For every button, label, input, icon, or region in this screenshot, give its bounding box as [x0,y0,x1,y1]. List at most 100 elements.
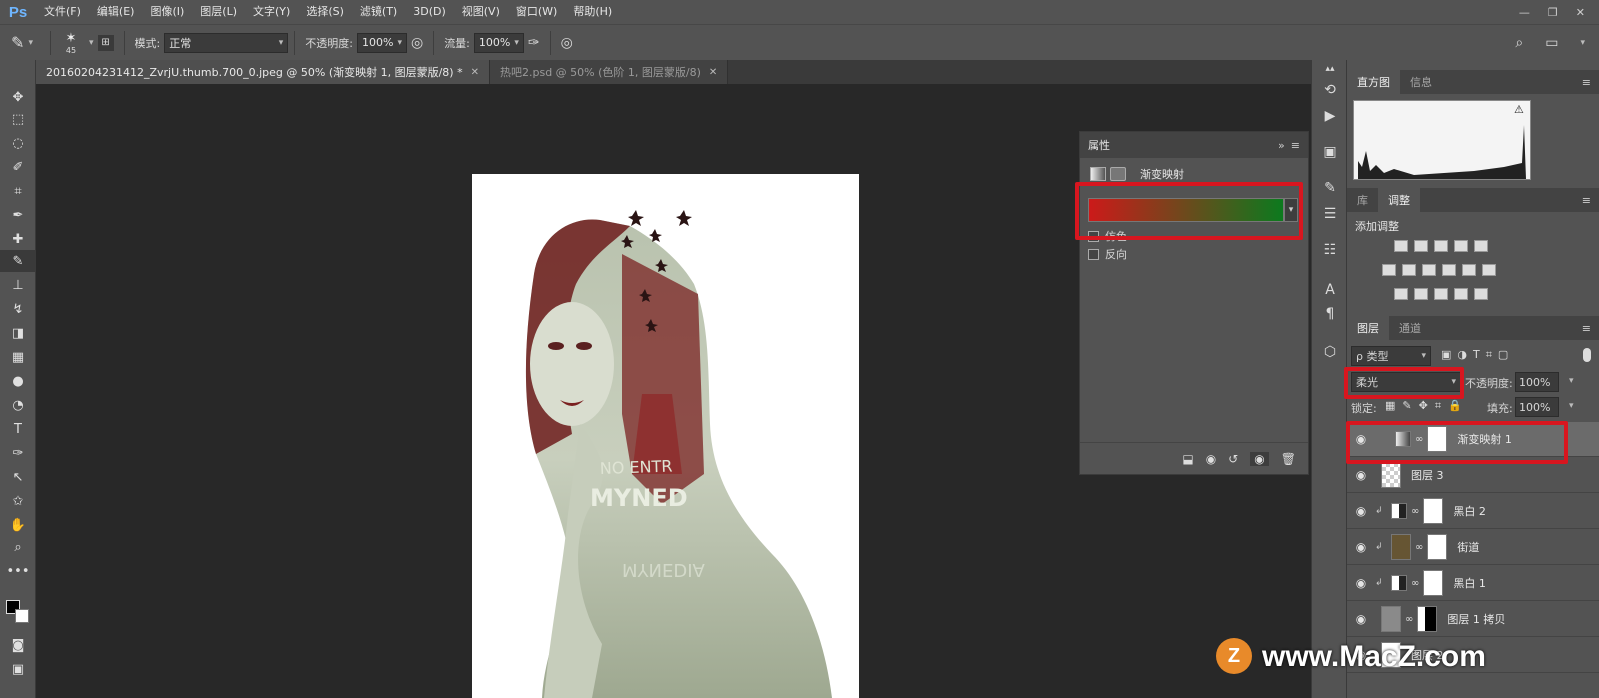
panel-menu-icon[interactable]: ≡ [1582,194,1599,207]
chevron-down-icon[interactable]: ▾ [89,38,94,48]
history-brush-tool-icon[interactable]: ↯ [0,298,36,320]
black-white-icon[interactable] [1422,264,1436,276]
panel-collapse-icon[interactable]: » [1278,139,1291,152]
panel-menu-icon[interactable]: ≡ [1582,322,1599,335]
reset-icon[interactable]: ↺ [1228,452,1238,466]
eye-icon[interactable]: ◉ [1347,504,1375,518]
color-lookup-icon[interactable] [1482,264,1496,276]
tab-channels[interactable]: 通道 [1389,316,1431,340]
tab-layers[interactable]: 图层 [1347,316,1389,340]
brush-size-picker[interactable]: ✶ 45 [57,31,85,55]
link-icon[interactable]: ∞ [1411,578,1419,589]
close-icon[interactable]: ✕ [709,67,717,78]
mask-icon[interactable] [1110,167,1126,181]
marquee-tool-icon[interactable]: ⬚ [0,108,36,130]
layer-filter-icons[interactable]: ▣◑T⌗▢ [1441,348,1514,362]
stamp-tool-icon[interactable]: ⊥ [0,274,36,296]
close-button[interactable]: ✕ [1576,6,1585,19]
panel-menu-icon[interactable]: ≡ [1582,76,1599,89]
mask-thumb[interactable] [1417,606,1438,632]
tab-histogram[interactable]: 直方图 [1347,70,1400,94]
flow-field[interactable]: 100% ▾ [473,32,524,53]
chevron-down-icon[interactable]: ▾ [1569,401,1574,411]
eye-icon[interactable]: ◉ [1347,576,1375,590]
character-icon[interactable]: A [1312,282,1348,298]
curves-icon[interactable] [1434,240,1448,252]
selective-color-icon[interactable] [1454,288,1468,300]
brightness-icon[interactable] [1394,240,1408,252]
more-tools-icon[interactable]: ••• [0,560,36,582]
fill-field[interactable]: 100% [1515,397,1559,417]
layer-row[interactable]: ◉ ↲ ∞ 黑白 1 [1347,566,1599,601]
menu-layer[interactable]: 图层(L) [192,0,245,24]
brush-panel-toggle-icon[interactable]: ⊞ [97,34,114,51]
healing-tool-icon[interactable]: ✚ [0,228,36,250]
workspace-icon[interactable]: ▭ [1545,35,1558,51]
link-icon[interactable]: ∞ [1405,614,1413,625]
color-balance-icon[interactable] [1402,264,1416,276]
posterize-icon[interactable] [1414,288,1428,300]
eye-icon[interactable]: ◉ [1347,612,1375,626]
layer-opacity-field[interactable]: 100% [1515,372,1559,392]
properties-tab[interactable]: 属性 [1088,137,1110,153]
menu-3d[interactable]: 3D(D) [405,0,454,24]
zoom-tool-icon[interactable]: ⌕ [0,536,36,558]
eyedropper-tool-icon[interactable]: ✒ [0,204,36,226]
brush-settings-icon[interactable]: ✎ [1312,180,1348,196]
vibrance-icon[interactable] [1474,240,1488,252]
3d-cube-icon[interactable]: ⬡ [1312,344,1348,360]
minimize-button[interactable]: — [1519,6,1530,19]
menu-select[interactable]: 选择(S) [298,0,352,24]
pen-tool-icon[interactable]: ✑ [0,442,36,464]
close-icon[interactable]: ✕ [471,67,479,78]
eye-icon[interactable]: ◉ [1347,540,1375,554]
type-tool-icon[interactable]: T [0,418,36,440]
hue-saturation-icon[interactable] [1382,264,1396,276]
dodge-tool-icon[interactable]: ◔ [0,394,36,416]
chevron-down-icon[interactable]: ▾ [1569,376,1574,386]
threshold-icon[interactable] [1434,288,1448,300]
document-canvas[interactable]: NO ENTR MYNED MYNEDIA [472,174,859,698]
hand-tool-icon[interactable]: ✋ [0,514,36,536]
menu-type[interactable]: 文字(Y) [245,0,298,24]
lasso-tool-icon[interactable]: ◌ [0,132,36,154]
layer-row[interactable]: ◉ ∞ 图层 1 拷贝 [1347,602,1599,637]
tab-info[interactable]: 信息 [1400,70,1442,94]
link-icon[interactable]: ∞ [1415,542,1423,553]
adjust-sliders-icon[interactable]: ☰ [1312,206,1348,222]
menu-view[interactable]: 视图(V) [454,0,508,24]
warning-icon[interactable]: ⚠ [1514,103,1524,116]
exposure-icon[interactable] [1454,240,1468,252]
move-tool-icon[interactable]: ✥ [0,86,36,108]
menu-filter[interactable]: 滤镜(T) [352,0,405,24]
menu-help[interactable]: 帮助(H) [565,0,620,24]
layer-row[interactable]: ◉ ↲ ∞ 街道 [1347,530,1599,565]
crop-tool-icon[interactable]: ⌗ [0,180,36,202]
mask-thumb[interactable] [1423,498,1444,524]
mask-thumb[interactable] [1423,570,1444,596]
filter-toggle-icon[interactable] [1583,348,1591,362]
path-select-tool-icon[interactable]: ↖ [0,466,36,488]
tab-document-2[interactable]: 热吧2.psd @ 50% (色阶 1, 图层蒙版/8) ✕ [489,60,729,84]
paragraph-icon[interactable]: ¶ [1312,306,1348,322]
layer-comps-icon[interactable]: ☷ [1312,242,1348,258]
menu-window[interactable]: 窗口(W) [508,0,565,24]
background-color-swatch[interactable] [15,609,29,623]
blur-tool-icon[interactable]: ● [0,370,36,392]
photo-filter-icon[interactable] [1442,264,1456,276]
properties-icon[interactable]: ▣ [1312,144,1348,160]
quick-select-tool-icon[interactable]: ✐ [0,156,36,178]
layer-row[interactable]: ◉ ↲ ∞ 黑白 2 [1347,494,1599,529]
tab-adjustments[interactable]: 调整 [1378,188,1420,212]
opacity-field[interactable]: 100% ▾ [356,32,407,53]
mode-select[interactable]: 正常 ▾ [164,32,289,53]
tab-library[interactable]: 库 [1347,188,1378,212]
clip-to-layer-icon[interactable]: ⬓ [1182,452,1193,466]
history-icon[interactable]: ⟲ [1312,82,1348,98]
search-icon[interactable]: ⌕ [1515,35,1523,51]
eraser-tool-icon[interactable]: ◨ [0,322,36,344]
visibility-icon[interactable]: ◉ [1250,451,1269,466]
channel-mixer-icon[interactable] [1462,264,1476,276]
menu-edit[interactable]: 编辑(E) [89,0,143,24]
eye-icon[interactable]: ◉ [1347,468,1375,482]
